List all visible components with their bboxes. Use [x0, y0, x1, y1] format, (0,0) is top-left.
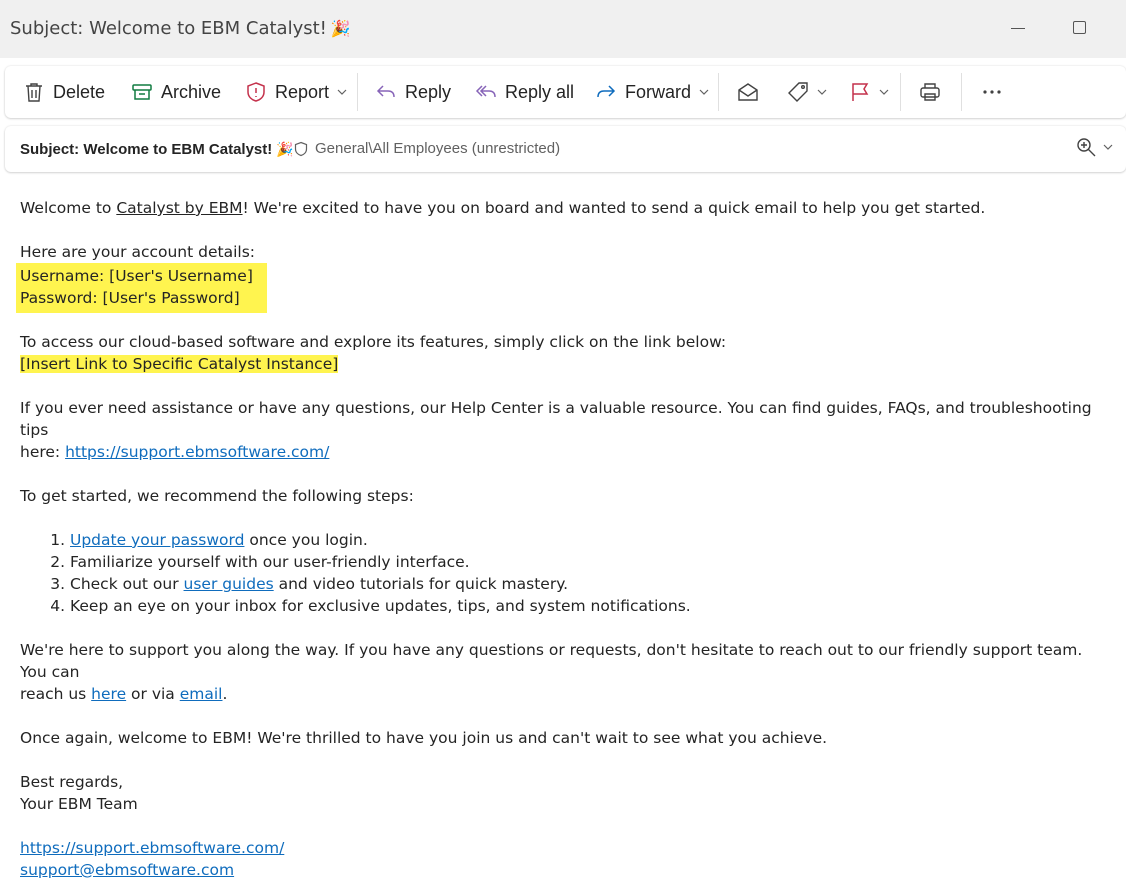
tag-icon [788, 82, 808, 102]
username-line: Username: [User's Username] [20, 267, 253, 285]
zoom-button[interactable] [1075, 136, 1113, 158]
title-bar: Subject: Welcome to EBM Catalyst! 🎉 [0, 0, 1126, 58]
message-body: Welcome to Catalyst by EBM! We're excite… [16, 197, 1110, 881]
sensitivity-label[interactable]: General\All Employees (unrestricted) [293, 140, 560, 157]
flag-button[interactable] [849, 66, 889, 118]
regards-line: Best regards, [20, 773, 124, 791]
forward-label: Forward [625, 81, 692, 102]
reply-button[interactable]: Reply [375, 66, 451, 118]
account-heading: Here are your account details: [20, 243, 255, 261]
more-icon [983, 90, 1001, 94]
support-here-link[interactable]: here [91, 685, 126, 703]
access-line: To access our cloud-based software and e… [20, 333, 727, 351]
password-line: Password: [User's Password] [20, 289, 240, 307]
update-password-link[interactable]: Update your password [70, 531, 244, 549]
list-item: Check out our user guides and video tuto… [70, 573, 1110, 595]
report-button[interactable]: Report [245, 66, 347, 118]
instance-link-placeholder: [Insert Link to Specific Catalyst Instan… [20, 355, 339, 373]
support-text: reach us [20, 685, 92, 703]
forward-icon [597, 85, 616, 98]
support-email-link[interactable]: email [180, 685, 223, 703]
step-text: and video tutorials for quick mastery. [273, 575, 569, 593]
archive-button[interactable]: Archive [131, 66, 221, 118]
report-label: Report [275, 81, 330, 102]
window-title-text: Subject: Welcome to EBM Catalyst! [10, 18, 327, 39]
forward-button[interactable]: Forward [595, 66, 709, 118]
party-emoji: 🎉 [276, 141, 294, 157]
message-toolbar: Delete Archive Report Reply Reply all Fo… [5, 66, 1126, 118]
sensitivity-text: General\All Employees (unrestricted) [315, 140, 561, 157]
shield-report-icon [247, 82, 265, 102]
user-guides-link[interactable]: user guides [184, 575, 274, 593]
minimize-button[interactable] [1008, 16, 1032, 40]
step-text: Check out our [70, 575, 184, 593]
printer-icon [920, 83, 940, 101]
reply-all-label: Reply all [505, 81, 575, 102]
chevron-down-icon[interactable] [817, 87, 827, 97]
shield-icon [294, 141, 308, 156]
reply-all-button[interactable]: Reply all [475, 66, 574, 118]
footer-email-link[interactable]: support@ebmsoftware.com [20, 861, 234, 879]
subject-bar: Subject: Welcome to EBM Catalyst! 🎉 Gener… [5, 126, 1126, 172]
support-text: or via [126, 685, 180, 703]
catalyst-link[interactable]: Catalyst by EBM [116, 199, 242, 217]
credentials-block: Username: [User's Username] Password: [U… [16, 263, 267, 313]
party-emoji: 🎉 [330, 19, 351, 38]
toolbar-divider [357, 73, 358, 111]
intro-paragraph: Welcome to Catalyst by EBM! We're excite… [20, 197, 1110, 219]
step-text: once you login. [244, 531, 368, 549]
chevron-down-icon[interactable] [699, 87, 709, 97]
chevron-down-icon [1103, 144, 1113, 150]
window-title: Subject: Welcome to EBM Catalyst! 🎉 [10, 18, 351, 39]
flag-icon [852, 83, 869, 101]
trash-icon [26, 83, 42, 102]
subject-text: Subject: Welcome to EBM Catalyst! [20, 141, 273, 158]
support-line: We're here to support you along the way.… [20, 641, 1083, 681]
chevron-down-icon[interactable] [337, 87, 347, 97]
toolbar-divider [961, 73, 962, 111]
toolbar-divider [900, 73, 901, 111]
archive-label: Archive [161, 81, 222, 102]
print-button[interactable] [919, 66, 941, 118]
categorize-button[interactable] [787, 66, 827, 118]
steps-intro: To get started, we recommend the followi… [20, 487, 414, 505]
support-text: . [222, 685, 228, 703]
reply-label: Reply [405, 81, 452, 102]
signature-line: Your EBM Team [20, 795, 138, 813]
reply-all-icon [475, 85, 496, 98]
zoom-icon [1077, 138, 1096, 157]
message-subject: Subject: Welcome to EBM Catalyst! 🎉 [20, 141, 294, 158]
list-item: Keep an eye on your inbox for exclusive … [70, 595, 1110, 617]
steps-list: Update your password once you login. Fam… [20, 529, 1110, 617]
list-item: Update your password once you login. [70, 529, 1110, 551]
delete-button[interactable]: Delete [23, 66, 105, 118]
more-actions-button[interactable] [981, 66, 1003, 118]
help-center-link[interactable]: https://support.ebmsoftware.com/ [65, 443, 329, 461]
intro-text-end: ! We're excited to have you on board and… [242, 199, 986, 217]
list-item: Familiarize yourself with our user-frien… [70, 551, 1110, 573]
toolbar-divider [718, 73, 719, 111]
help-line-prefix: here: [20, 443, 66, 461]
closing-line: Once again, welcome to EBM! We're thrill… [20, 729, 828, 747]
envelope-open-icon [738, 83, 758, 101]
archive-icon [132, 84, 152, 100]
help-line: If you ever need assistance or have any … [20, 399, 1092, 439]
mark-read-button[interactable] [737, 66, 759, 118]
footer-website-link[interactable]: https://support.ebmsoftware.com/ [20, 839, 284, 857]
chevron-down-icon[interactable] [879, 87, 889, 97]
delete-label: Delete [53, 81, 106, 102]
intro-text: Welcome to [20, 199, 117, 217]
reply-icon [376, 85, 395, 98]
maximize-button[interactable] [1070, 16, 1094, 40]
